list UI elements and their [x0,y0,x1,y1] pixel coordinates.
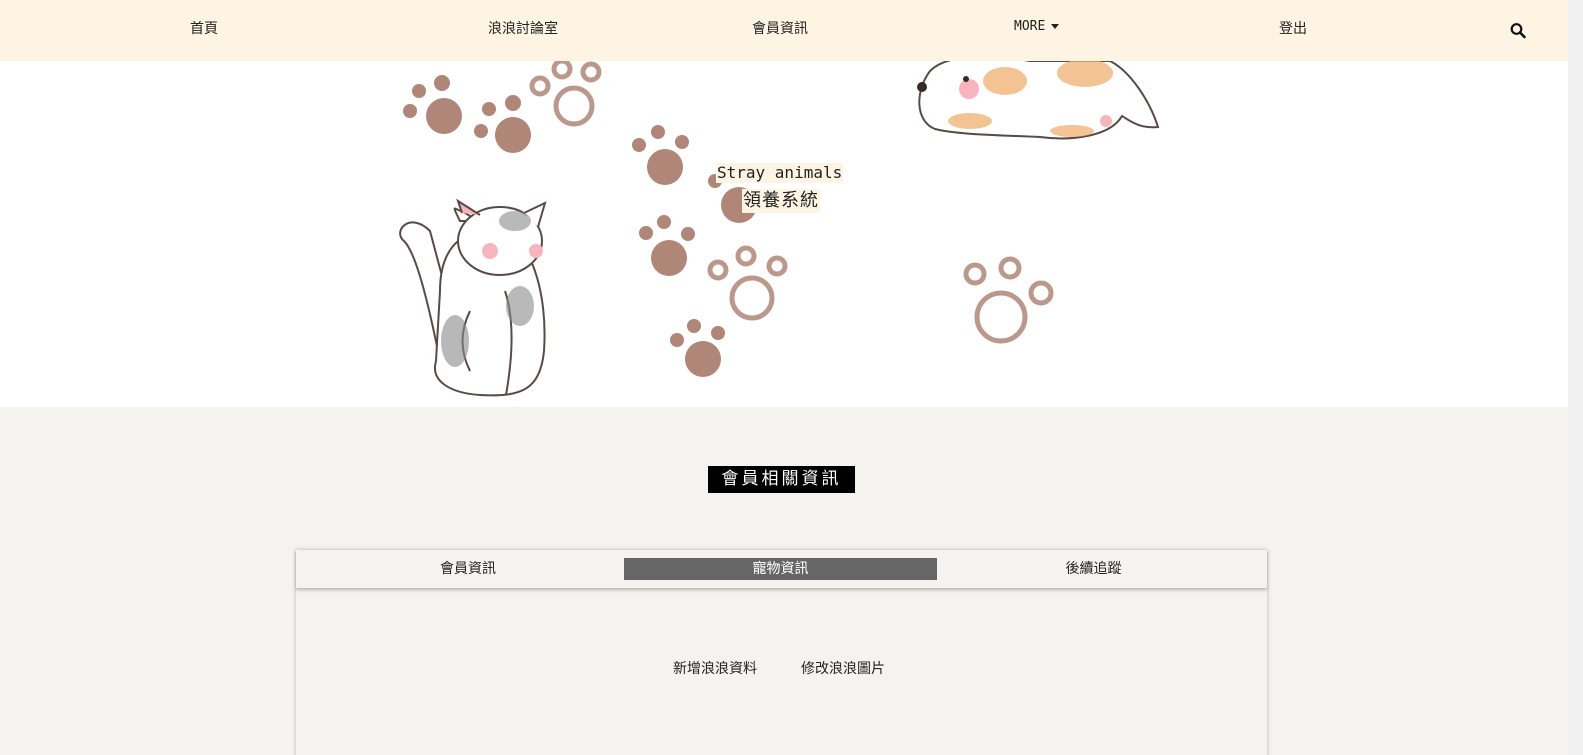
edit-stray-photo-link[interactable]: 修改浪浪圖片 [801,658,885,678]
paw-print-icon [670,319,725,377]
paw-print-ring-icon [707,245,788,321]
search-icon[interactable] [1510,22,1526,40]
nav-member-info[interactable]: 會員資訊 [752,18,808,38]
paw-print-icon [403,75,462,134]
add-stray-link[interactable]: 新增浪浪資料 [673,658,757,678]
hero-banner: Stray animals 領養系統 [0,61,1568,407]
paw-print-ring-icon [963,256,1054,344]
nav-home[interactable]: 首頁 [190,18,218,38]
hero-subtitle: 領養系統 [742,189,820,213]
hero-title: Stray animals [716,163,844,183]
paw-print-icon [474,95,531,153]
scrollbar[interactable] [1568,0,1583,755]
nav-logout[interactable]: 登出 [1279,18,1307,38]
navbar: 首頁 浪浪討論室 會員資訊 MORE 登出 [0,0,1568,61]
tab-member-info[interactable]: 會員資訊 [296,558,640,580]
nav-more-label: MORE [1014,19,1046,34]
caret-down-icon [1051,24,1060,29]
member-panel: 會員資訊 寵物資訊 後續追蹤 新增浪浪資料 修改浪浪圖片 [296,550,1267,755]
section-heading: 會員相關資訊 [708,466,855,493]
paw-print-icon [639,215,695,276]
nav-more-dropdown[interactable]: MORE [1014,19,1060,39]
tab-bar: 會員資訊 寵物資訊 後續追蹤 [296,550,1267,588]
tab-follow-up[interactable]: 後續追蹤 [937,558,1250,580]
tab-pet-info[interactable]: 寵物資訊 [624,558,937,580]
nav-forum[interactable]: 浪浪討論室 [488,18,558,38]
hero-illustration [399,61,1160,397]
paw-print-icon [632,125,689,185]
paw-print-ring-icon [529,61,602,127]
